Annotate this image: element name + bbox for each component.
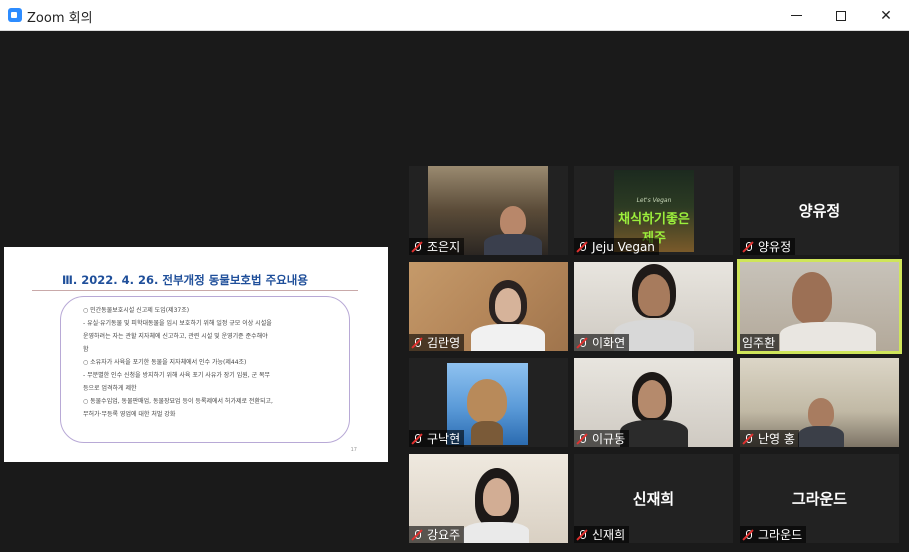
maximize-button[interactable]: [818, 0, 864, 31]
participant-tile[interactable]: Let's Vegan 채식하기좋은제주 Jeju Vegan: [574, 166, 733, 255]
participant-name-tag: 이규동: [574, 430, 630, 447]
participant-name-tag: 신재희: [574, 526, 630, 543]
mic-muted-icon: [742, 241, 754, 253]
slide-line: - 무분별한 인수 신청을 방지하기 위해 사육 포기 사유가 장기 입원, 군…: [83, 372, 271, 379]
participant-tile[interactable]: 강요주: [409, 454, 568, 543]
participant-name: 양유정: [758, 240, 792, 254]
slide-line: ○ 동물수입업, 동물판매업, 동물장묘업 등이 등록제에서 허가제로 전환되고…: [83, 398, 273, 405]
participant-name: 김란영: [427, 336, 461, 350]
participant-name: 강요주: [427, 528, 461, 542]
mic-muted-icon: [411, 337, 423, 349]
participant-name-tag: 구낙현: [409, 430, 465, 447]
participant-name: 이규동: [592, 432, 626, 446]
participant-name: 구낙현: [427, 432, 461, 446]
participant-tile[interactable]: 이화연: [574, 262, 733, 351]
participant-tile[interactable]: 이규동: [574, 358, 733, 447]
participant-name-tag: 그라운드: [740, 526, 807, 543]
participant-name-tag: 양유정: [740, 238, 796, 255]
participant-name: 난영 홍: [758, 432, 795, 446]
participant-name-tag: 강요주: [409, 526, 465, 543]
slide-divider: [32, 290, 358, 291]
participant-tile[interactable]: 조은지: [409, 166, 568, 255]
participant-name: 그라운드: [758, 528, 803, 542]
window-title: Zoom 회의: [27, 11, 93, 26]
slide-line: ○ 민간동물보호시설 신고제 도입(제37조): [83, 307, 190, 314]
slide-page-number: 17: [350, 447, 357, 453]
participant-name: 이화연: [592, 336, 626, 350]
mic-muted-icon: [411, 433, 423, 445]
mic-muted-icon: [576, 337, 588, 349]
participant-tile[interactable]: 난영 홍: [740, 358, 899, 447]
participant-tile[interactable]: 구낙현: [409, 358, 568, 447]
participant-name-tag: 조은지: [409, 238, 465, 255]
video-overlay-text: Let's Vegan: [636, 197, 672, 204]
title-bar: Zoom 회의 ✕: [0, 0, 909, 31]
participant-name: 임주환: [742, 336, 776, 350]
mic-muted-icon: [411, 529, 423, 541]
zoom-icon: [8, 8, 22, 22]
mic-muted-icon: [742, 529, 754, 541]
mic-muted-icon: [742, 433, 754, 445]
participant-name-tag: 이화연: [574, 334, 630, 351]
maximize-icon: [836, 10, 846, 21]
slide-line: 운영하려는 자는 관할 지자체에 신고하고, 관련 시설 및 운영기준 준수해야: [83, 333, 268, 340]
mic-muted-icon: [411, 241, 423, 253]
shared-screen[interactable]: Ⅲ. 2022. 4. 26. 전부개정 동물보호법 주요내용 ○ 민간동물보호…: [4, 247, 388, 462]
slide-line: - 유실·유기동물 및 피학대동물을 임시 보호하기 위해 일정 규모 이상 시…: [83, 320, 272, 327]
close-button[interactable]: ✕: [863, 0, 909, 31]
participant-name-tag: 임주환: [740, 334, 780, 351]
participant-name: 신재희: [592, 528, 626, 542]
participant-tile[interactable]: 양유정 양유정: [740, 166, 899, 255]
participant-name: 조은지: [427, 240, 461, 254]
mic-muted-icon: [576, 241, 588, 253]
participant-name-tag: 김란영: [409, 334, 465, 351]
slide-title: Ⅲ. 2022. 4. 26. 전부개정 동물보호법 주요내용: [62, 273, 308, 287]
minimize-icon: [790, 15, 802, 16]
participant-tile-active-speaker[interactable]: 임주환: [737, 259, 902, 354]
mic-muted-icon: [576, 529, 588, 541]
mic-muted-icon: [576, 433, 588, 445]
close-icon: ✕: [880, 7, 892, 24]
slide-line: ○ 소유자가 사육을 포기한 동물을 지자체에서 인수 가능(제44조): [83, 359, 247, 366]
participant-tile[interactable]: 신재희 신재희: [574, 454, 733, 543]
slide-line: 함: [83, 346, 89, 353]
slide-line: 등으로 엄격하게 제한: [83, 385, 137, 392]
participant-name-tag: Jeju Vegan: [574, 238, 659, 255]
participant-name: Jeju Vegan: [592, 239, 655, 254]
minimize-button[interactable]: [773, 0, 819, 31]
participant-tile[interactable]: 그라운드 그라운드: [740, 454, 899, 543]
slide-line: 무허가·무등록 영업에 대한 처벌 강화: [83, 411, 176, 418]
participant-name-tag: 난영 홍: [740, 430, 799, 447]
participant-tile[interactable]: 김란영: [409, 262, 568, 351]
